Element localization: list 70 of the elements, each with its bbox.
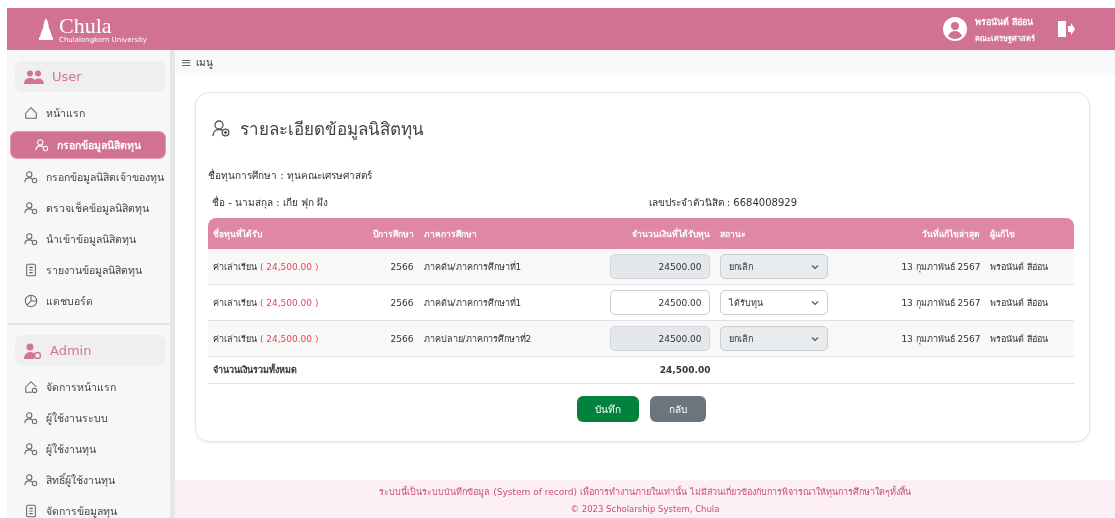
table-cell: 13 กุมภาพันธ์ 2567 [869,249,986,285]
emblem-icon [39,18,53,40]
menu-icon[interactable]: ≡ [181,55,192,70]
sidebar-item[interactable]: แดชบอร์ด [10,288,166,314]
table-cell: ภาคปลาย/ภาคการศึกษาที่2 [418,320,573,357]
document-icon [24,263,38,277]
home-icon [24,106,38,120]
chevron-down-icon [811,299,820,306]
table-cell: ค่าเล่าเรียน ( 24,500.00 ) [208,320,359,357]
sidebar-item[interactable]: ผู้ใช้งานระบบ [10,405,166,431]
table-cell: 2566 [358,320,419,357]
chevron-down-icon [811,263,820,270]
footer-notice: ระบบนี้เป็นระบบบันทึกข้อมูล (System of record) เพื่อการทำงานภายในเท่านั้น ไม่มีส่วนเกี่ยวข้องกับการพิจารณาให้ทุนการศึกษาใดๆทั้งสิ้น [379,485,911,499]
column-header: จำนวนเงินที่ได้รับทุน [572,218,716,249]
sidebar-item[interactable]: ตรวจเช็คข้อมูลนิสิตทุน [10,195,166,221]
column-header: ผู้แก้ไข [985,218,1074,249]
sidebar-item[interactable]: หน้าแรก [10,100,166,126]
table-cell: ค่าเล่าเรียน ( 24,500.00 ) [208,284,359,321]
user-icon [24,232,38,246]
logo-text: Chula [59,14,112,37]
user-icon [35,138,49,152]
table-cell: 2566 [358,249,419,285]
column-header: ชื่อทุนที่ได้รับ [208,218,359,249]
user-add-icon [212,120,230,137]
user-name: พรอนันต์ สีอ่อน [975,15,1035,29]
pie-chart-icon [24,294,38,308]
sidebar-item[interactable]: ผู้ใช้งานทุน [10,436,166,462]
student-name: ชื่อ - นามสกุล : เกีย ฟุก ผึง [212,195,329,210]
user-icon [24,473,38,487]
student-id: เลขประจำตัวนิสิต : 6684008929 [648,196,797,210]
user-icon [24,170,38,184]
amount-field[interactable]: 24500.00 [610,290,711,315]
back-button[interactable]: กลับ [649,396,706,422]
table-cell: 13 กุมภาพันธ์ 2567 [869,284,986,321]
chevron-down-icon [811,335,820,342]
home-gear-icon [24,380,38,394]
copyright-text: © 2023 Scholarship System, Chula [570,503,720,514]
status-dropdown[interactable]: ได้รับทุน [720,290,829,315]
card-title: รายละเอียดข้อมูลนิสิตทุน [240,118,424,142]
column-header: ปีการศึกษา [358,218,419,249]
table-cell: พรอนันต์ สีอ่อน [985,320,1074,357]
total-amount: 24,500.00 [572,356,716,384]
total-label: จำนวนเงินรวมทั้งหมด [208,356,573,384]
logout-icon[interactable] [1057,20,1075,38]
sidebar-item[interactable]: รายงานข้อมูลนิสิตทุน [10,257,166,283]
save-button[interactable]: บันทึก [576,396,639,422]
user-icon [24,442,38,456]
table-cell: 2566 [358,284,419,321]
table-cell: ภาคต้น/ภาคการศึกษาที่1 [418,249,573,285]
column-header: วันที่แก้ไขล่าสุด [869,218,986,249]
table-cell: ภาคต้น/ภาคการศึกษาที่1 [418,284,573,321]
sidebar-item[interactable]: จัดการหน้าแรก [10,374,166,400]
admin-user-icon [24,342,42,359]
table-cell: พรอนันต์ สีอ่อน [985,284,1074,321]
user-icon [24,201,38,215]
sidebar-item[interactable]: กรอกข้อมูลนิสิตเจ้าของทุน [10,164,166,190]
table-cell: ค่าเล่าเรียน ( 24,500.00 ) [208,249,359,285]
sidebar-item[interactable]: สิทธิ์ผู้ใช้งานทุน [10,467,166,493]
user-icon [24,411,38,425]
table-cell: พรอนันต์ สีอ่อน [985,249,1074,285]
user-avatar-icon[interactable] [943,17,967,41]
sidebar-item[interactable]: จัดการข้อมูลทุน [10,498,166,518]
scholarship-name: ชื่อทุนการศึกษา : ทุนคณะเศรษศาสตร์ [208,168,373,183]
column-header: สถานะ [715,218,870,249]
column-header: ภาคการศึกษา [418,218,573,249]
menu-label[interactable]: เมนู [195,55,213,70]
document-icon [24,504,38,518]
sidebar-item[interactable]: นำเข้าข้อมูลนิสิตทุน [10,226,166,252]
users-icon [24,69,44,84]
table-cell: 13 กุมภาพันธ์ 2567 [869,320,986,357]
